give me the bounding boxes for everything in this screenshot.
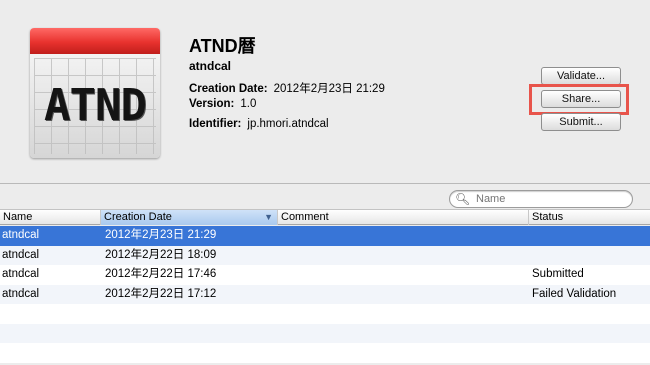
row-date: 2012年2月23日 21:29 xyxy=(105,229,217,241)
identifier-row: Identifier: jp.hmori.atndcal xyxy=(189,118,329,130)
empty-row xyxy=(0,343,650,363)
archive-details-panel: ATND ATND暦 atndcal Creation Date: 2012年2月… xyxy=(0,0,650,184)
table-header: Name Creation Date ▼ Comment Status xyxy=(0,209,650,225)
version-value: 1.0 xyxy=(240,98,257,110)
bundle-name: atndcal xyxy=(189,59,232,73)
row-name: atndcal xyxy=(2,248,40,261)
row-date: 2012年2月22日 17:46 xyxy=(105,268,217,280)
empty-row xyxy=(0,323,650,343)
search-field[interactable]: 🔍︎ xyxy=(449,190,633,208)
column-header-comment[interactable]: Comment xyxy=(278,210,529,225)
column-header-status[interactable]: Status xyxy=(529,210,650,225)
icon-red-band xyxy=(30,28,160,54)
row-status: Submitted xyxy=(532,268,584,280)
identifier-label: Identifier: xyxy=(189,118,242,130)
row-name: atndcal xyxy=(2,229,40,241)
column-header-creation-date[interactable]: Creation Date ▼ xyxy=(101,210,278,225)
search-input[interactable] xyxy=(476,192,626,206)
archive-list: atndcal 2012年2月23日 21:29 atndcal 2012年2月… xyxy=(0,226,650,363)
creation-date-value: 2012年2月23日 21:29 xyxy=(273,83,385,95)
submit-button[interactable]: Submit... xyxy=(541,113,621,131)
table-row[interactable]: atndcal 2012年2月22日 17:12 Failed Validati… xyxy=(0,284,650,304)
version-row: Version: 1.0 xyxy=(189,98,256,110)
row-status: Failed Validation xyxy=(532,287,617,300)
version-label: Version: xyxy=(189,98,235,110)
icon-logo-text: ATND xyxy=(44,80,147,131)
table-row[interactable]: atndcal 2012年2月23日 21:29 xyxy=(0,226,650,246)
share-button[interactable]: Share... xyxy=(541,90,621,108)
creation-date-label: Creation Date: xyxy=(189,83,268,95)
sort-descending-icon: ▼ xyxy=(264,212,273,222)
row-date: 2012年2月22日 17:12 xyxy=(105,287,217,300)
table-row[interactable]: atndcal 2012年2月22日 17:46 Submitted xyxy=(0,265,650,285)
identifier-value: jp.hmori.atndcal xyxy=(247,118,329,130)
table-row[interactable]: atndcal 2012年2月22日 18:09 xyxy=(0,245,650,265)
empty-row xyxy=(0,304,650,324)
app-icon: ATND xyxy=(30,28,160,158)
row-name: atndcal xyxy=(2,268,40,280)
app-title: ATND暦 xyxy=(189,36,256,56)
column-header-name[interactable]: Name xyxy=(0,210,101,225)
row-date: 2012年2月22日 18:09 xyxy=(105,248,217,261)
row-name: atndcal xyxy=(2,287,40,300)
validate-button[interactable]: Validate... xyxy=(541,67,621,85)
search-icon[interactable]: 🔍︎ xyxy=(455,192,470,206)
creation-date-row: Creation Date: 2012年2月23日 21:29 xyxy=(189,80,385,96)
column-header-creation-date-label: Creation Date xyxy=(104,211,172,223)
